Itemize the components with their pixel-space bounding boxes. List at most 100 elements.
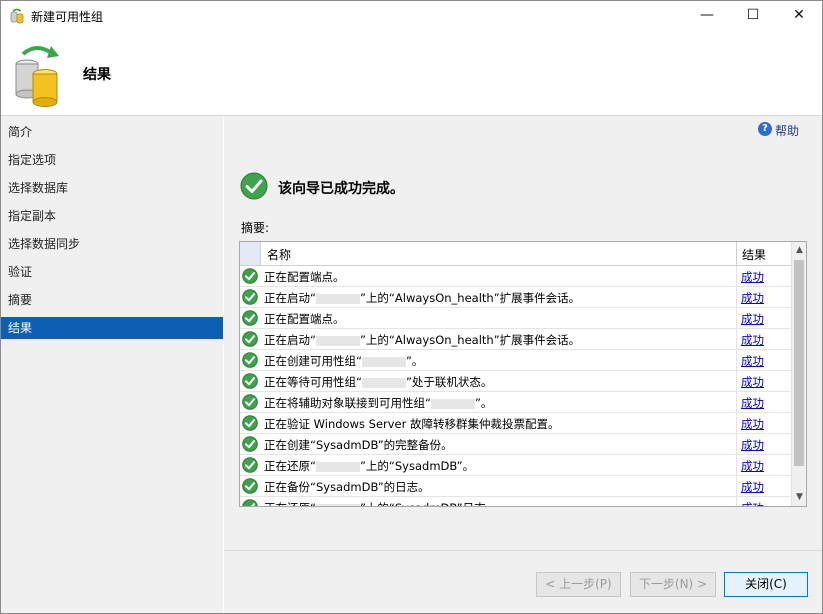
success-check-icon: [240, 172, 268, 200]
row-name: 正在等待可用性组“ ”处于联机状态。: [264, 374, 492, 390]
success-check-icon: [242, 310, 258, 326]
table-row[interactable]: 正在创建可用性组“ ”。 成功: [240, 350, 791, 371]
result-link[interactable]: 成功: [741, 374, 764, 390]
close-button[interactable]: 关闭(C): [724, 572, 808, 597]
nav-item-data-sync[interactable]: 选择数据同步: [1, 233, 223, 255]
row-name: 正在将辅助对象联接到可用性组“ ”。: [264, 395, 492, 411]
table-row[interactable]: 正在启动“ ”上的“AlwaysOn_health”扩展事件会话。 成功: [240, 287, 791, 308]
row-name-text-suffix: ”上的“AlwaysOn_health”扩展事件会话。: [359, 291, 581, 305]
footer-divider: [224, 550, 822, 551]
maximize-button[interactable]: ☐: [730, 1, 776, 30]
row-name: 正在还原“ ”上的“SysadmDB”日志。: [264, 500, 497, 506]
success-check-icon: [242, 352, 258, 368]
success-check-icon: [242, 394, 258, 410]
result-link[interactable]: 成功: [741, 395, 764, 411]
database-sync-icon: [15, 46, 59, 107]
result-cell: 成功: [736, 329, 791, 350]
table-row[interactable]: 正在启动“ ”上的“AlwaysOn_health”扩展事件会话。 成功: [240, 329, 791, 350]
row-name-text-suffix: ”上的“SysadmDB”。: [359, 459, 475, 473]
redacted-server-name: [315, 335, 360, 346]
result-link[interactable]: 成功: [741, 269, 764, 285]
result-cell: 成功: [736, 371, 791, 392]
result-link[interactable]: 成功: [741, 479, 764, 495]
nav-item-options[interactable]: 指定选项: [1, 149, 223, 171]
next-button[interactable]: 下一步(N) >: [630, 572, 716, 597]
row-name-text: 正在将辅助对象联接到可用性组“: [264, 396, 431, 410]
row-name-text: 正在启动“: [264, 333, 316, 347]
success-check-icon: [242, 457, 258, 473]
redacted-server-name: [361, 356, 406, 367]
app-icon: [10, 8, 24, 24]
row-name-text: 正在还原“: [264, 459, 316, 473]
result-cell: 成功: [736, 455, 791, 476]
row-name-text-suffix: ”上的“AlwaysOn_health”扩展事件会话。: [359, 333, 581, 347]
row-name-text: 正在还原“: [264, 501, 316, 506]
success-message: 该向导已成功完成。: [278, 181, 404, 197]
row-name-text-suffix: ”上的“SysadmDB”日志。: [360, 501, 497, 506]
success-check-icon: [242, 499, 258, 506]
table-row[interactable]: 正在配置端点。 成功: [240, 308, 791, 329]
row-name-text: 正在创建“SysadmDB”的完整备份。: [264, 438, 453, 452]
result-link[interactable]: 成功: [741, 437, 764, 453]
row-name-text: 正在配置端点。: [264, 312, 345, 326]
table-row[interactable]: 正在还原“ ”上的“SysadmDB”日志。 成功: [240, 497, 791, 506]
window-title: 新建可用性组: [31, 10, 104, 24]
result-cell: 成功: [736, 476, 791, 497]
row-name: 正在还原“ ”上的“SysadmDB”。: [264, 458, 474, 474]
wizard-window: 新建可用性组 — ☐ ✕ 结果 简介 指定选项 选择数据库 指定副本 选择数据同…: [0, 0, 823, 614]
result-link[interactable]: 成功: [741, 311, 764, 327]
result-link[interactable]: 成功: [741, 353, 764, 369]
result-cell: 成功: [736, 287, 791, 308]
page-title: 结果: [83, 67, 111, 83]
table-row[interactable]: 正在配置端点。 成功: [240, 266, 791, 287]
success-check-icon: [242, 478, 258, 494]
result-link[interactable]: 成功: [741, 416, 764, 432]
redacted-server-name: [430, 398, 475, 409]
success-check-icon: [242, 331, 258, 347]
table-row[interactable]: 正在创建“SysadmDB”的完整备份。 成功: [240, 434, 791, 455]
result-link[interactable]: 成功: [741, 290, 764, 306]
result-cell: 成功: [736, 350, 791, 371]
nav-item-validation[interactable]: 验证: [1, 261, 223, 283]
nav-item-replicas[interactable]: 指定副本: [1, 205, 223, 227]
summary-label: 摘要:: [241, 221, 270, 235]
row-name-text: 正在配置端点。: [264, 270, 345, 284]
table-row[interactable]: 正在还原“ ”上的“SysadmDB”。 成功: [240, 455, 791, 476]
table-row[interactable]: 正在验证 Windows Server 故障转移群集仲裁投票配置。 成功: [240, 413, 791, 434]
scroll-up-arrow-icon[interactable]: ▲: [792, 242, 806, 259]
table-row[interactable]: 正在等待可用性组“ ”处于联机状态。 成功: [240, 371, 791, 392]
redacted-server-name: [315, 503, 360, 506]
nav-item-results[interactable]: 结果: [1, 317, 223, 339]
scroll-down-arrow-icon[interactable]: ▼: [792, 489, 806, 506]
grid-header: 名称 结果: [240, 242, 791, 266]
help-icon: ?: [758, 122, 772, 136]
nav-item-intro[interactable]: 简介: [1, 121, 223, 143]
back-button[interactable]: < 上一步(P): [536, 572, 621, 597]
result-link[interactable]: 成功: [741, 458, 764, 474]
table-row[interactable]: 正在备份“SysadmDB”的日志。 成功: [240, 476, 791, 497]
success-check-icon: [242, 373, 258, 389]
row-selector-header: [240, 242, 261, 265]
nav-item-databases[interactable]: 选择数据库: [1, 177, 223, 199]
result-cell: 成功: [736, 308, 791, 329]
row-name: 正在配置端点。: [264, 311, 345, 327]
minimize-button[interactable]: —: [684, 1, 730, 30]
nav-item-summary[interactable]: 摘要: [1, 289, 223, 311]
help-label: 帮助: [775, 124, 800, 138]
row-name-text: 正在启动“: [264, 291, 316, 305]
result-cell: 成功: [736, 497, 791, 506]
redacted-server-name: [315, 461, 360, 472]
vertical-scrollbar[interactable]: ▲ ▼: [791, 242, 806, 506]
result-cell: 成功: [736, 266, 791, 287]
row-name: 正在启动“ ”上的“AlwaysOn_health”扩展事件会话。: [264, 332, 580, 348]
close-window-button[interactable]: ✕: [776, 1, 822, 30]
result-link[interactable]: 成功: [741, 332, 764, 348]
scroll-thumb[interactable]: [794, 260, 804, 466]
table-row[interactable]: 正在将辅助对象联接到可用性组“ ”。 成功: [240, 392, 791, 413]
result-link[interactable]: 成功: [741, 500, 764, 506]
page-header: 结果: [1, 30, 822, 115]
row-name: 正在验证 Windows Server 故障转移群集仲裁投票配置。: [264, 416, 560, 432]
column-header-result[interactable]: 结果: [742, 246, 766, 263]
success-check-icon: [242, 289, 258, 305]
column-header-name[interactable]: 名称: [267, 246, 291, 263]
